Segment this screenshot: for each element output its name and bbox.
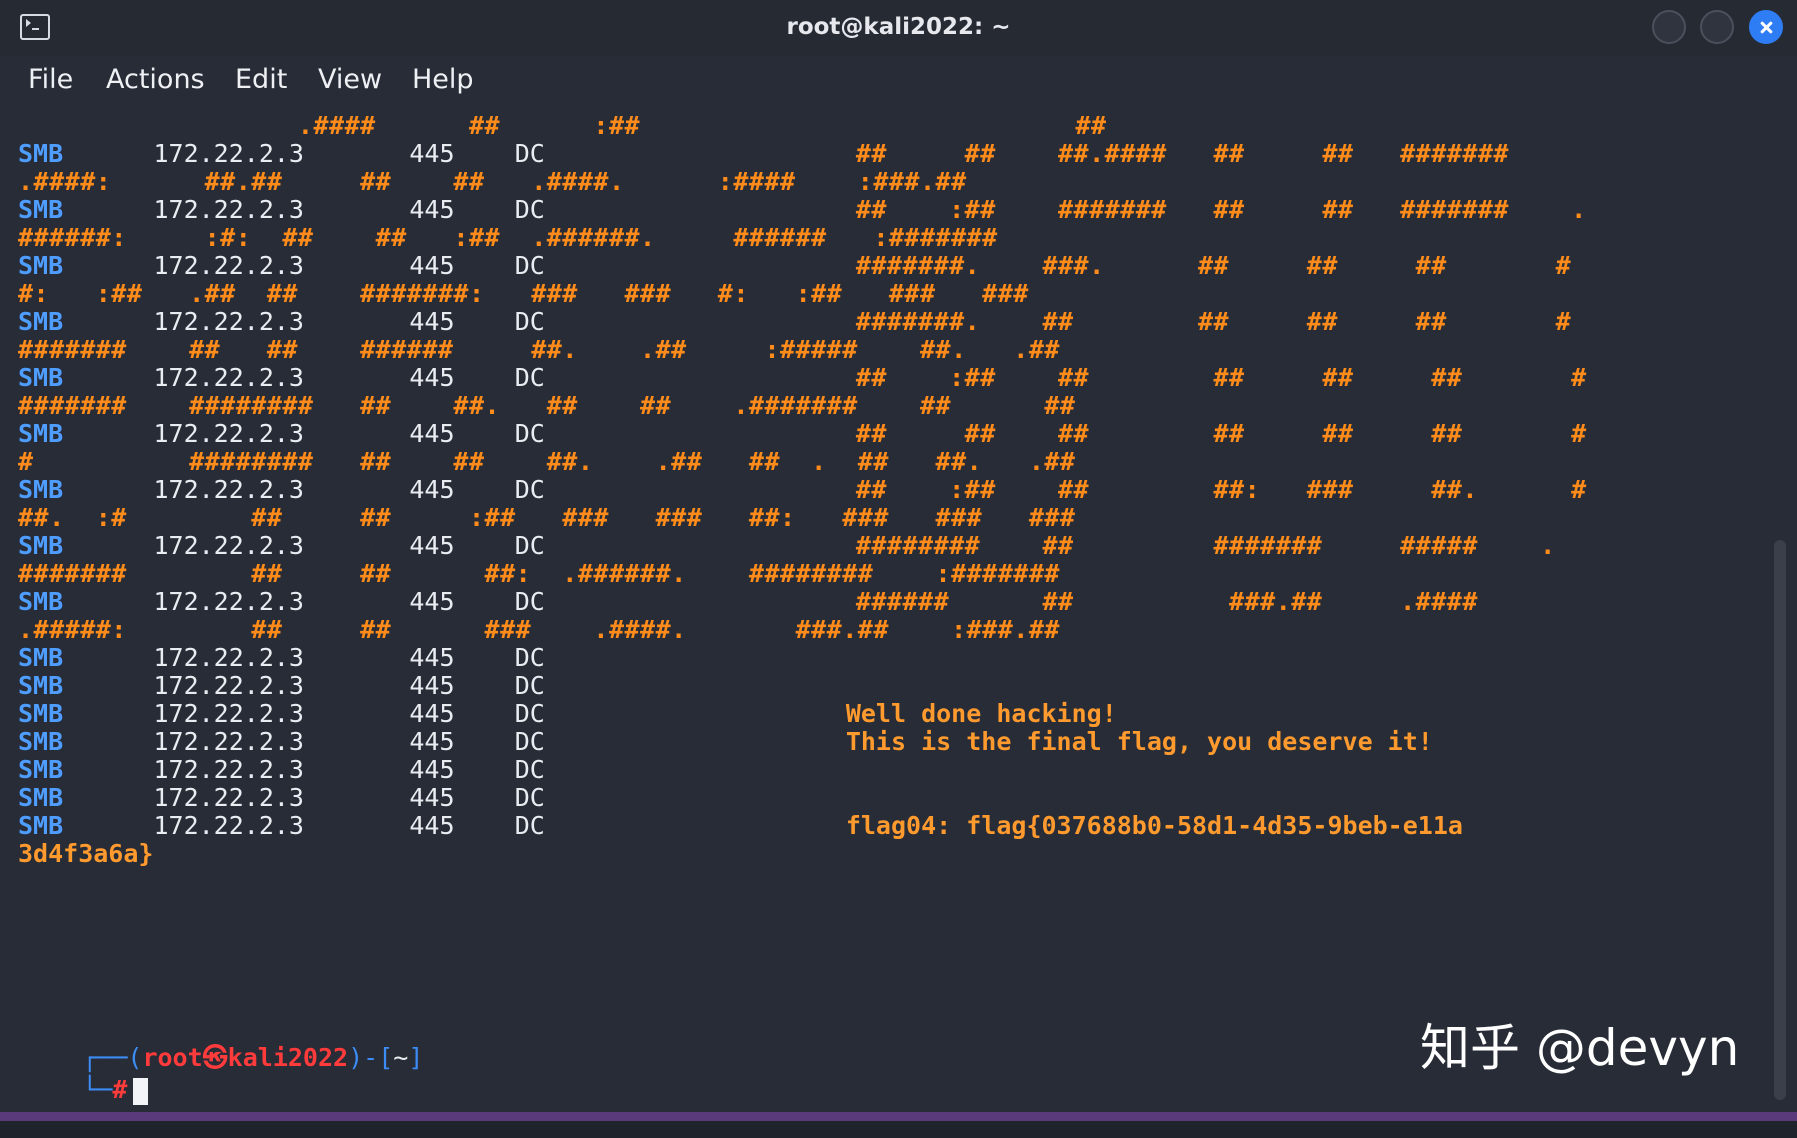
ascii-art-line: ##. :# ## ## :## ### ### ##: ### ### ###	[18, 503, 1076, 532]
smb-label: SMB	[18, 671, 64, 700]
ascii-art-line: ####### ## ## ###### ##. .## :##### ##. …	[18, 335, 1060, 364]
smb-output: 172.22.2.3 445 DC ###### ## ###.## .####	[63, 587, 1478, 616]
prompt-box-bottom: └─	[82, 1075, 113, 1104]
maximize-button[interactable]	[1700, 10, 1734, 44]
prompt-hash: #	[112, 1075, 128, 1104]
smb-label: SMB	[18, 251, 64, 280]
ascii-art-line: #: :## .## ## #######: ### ### #: :## ##…	[18, 279, 1029, 308]
ascii-art-line: .#### ## :## ##	[18, 111, 1107, 140]
terminal-line: SMB 172.22.2.3 445 DC flag04: flag{03768…	[18, 810, 1463, 842]
smb-label: SMB	[18, 587, 64, 616]
menu-bar: File Actions Edit View Help	[0, 56, 1797, 104]
ascii-art-line: .#####: ## ## ### .####. ###.## :###.##	[18, 615, 1060, 644]
ascii-art-line: 3d4f3a6a}	[18, 839, 154, 868]
menu-view[interactable]: View	[318, 64, 382, 95]
smb-label: SMB	[18, 195, 64, 224]
smb-label: SMB	[18, 475, 64, 504]
smb-output: 172.22.2.3 445 DC	[63, 755, 545, 784]
minimize-button[interactable]	[1652, 10, 1686, 44]
prompt-line-2[interactable]: └─#	[22, 1042, 149, 1138]
menu-file[interactable]: File	[28, 64, 73, 95]
smb-label: SMB	[18, 727, 64, 756]
prompt-bracket-close: ]	[408, 1043, 424, 1072]
scrollbar[interactable]	[1774, 540, 1786, 1100]
smb-output: 172.22.2.3 445 DC	[63, 671, 545, 700]
smb-output: 172.22.2.3 445 DC Well done hacking!	[63, 699, 1117, 728]
smb-label: SMB	[18, 783, 64, 812]
smb-label: SMB	[18, 139, 64, 168]
smb-output: 172.22.2.3 445 DC ## ## ## ## ## ## #	[63, 419, 1587, 448]
smb-output: 172.22.2.3 445 DC	[63, 783, 545, 812]
smb-output: 172.22.2.3 445 DC #######. ###. ## ## ##…	[63, 251, 1572, 280]
ascii-art-line: # ######## ## ## ##. .## ## . ## ##. .##	[18, 447, 1076, 476]
prompt-at: ㉿	[202, 1043, 228, 1072]
smb-label: SMB	[18, 699, 64, 728]
menu-actions[interactable]: Actions	[106, 64, 205, 95]
terminal-output[interactable]: .#### ## :## ## SMB 172.22.2.3 445 DC ## …	[0, 110, 1770, 1110]
smb-output: 172.22.2.3 445 DC flag04: flag{037688b0-…	[63, 811, 1463, 840]
terminal-line: 3d4f3a6a}	[18, 838, 153, 870]
smb-label: SMB	[18, 363, 64, 392]
smb-label: SMB	[18, 531, 64, 560]
smb-output: 172.22.2.3 445 DC This is the final flag…	[63, 727, 1433, 756]
menu-edit[interactable]: Edit	[235, 64, 287, 95]
watermark: 知乎 @devyn	[1420, 1019, 1740, 1077]
smb-output: 172.22.2.3 445 DC ## ## ##.#### ## ## ##…	[63, 139, 1509, 168]
smb-output: 172.22.2.3 445 DC ## :## ## ##: ### ##. …	[63, 475, 1587, 504]
smb-label: SMB	[18, 811, 64, 840]
smb-output: 172.22.2.3 445 DC	[63, 643, 545, 672]
title-bar: root@kali2022: ~	[0, 0, 1797, 56]
ascii-art-line: ######: :#: ## ## :## .######. ###### :#…	[18, 223, 998, 252]
ascii-art-line: ####### ######## ## ##. ## ## .####### #…	[18, 391, 1076, 420]
text-cursor[interactable]	[133, 1077, 149, 1105]
taskbar-edge	[0, 1112, 1797, 1121]
smb-label: SMB	[18, 755, 64, 784]
smb-label: SMB	[18, 419, 64, 448]
prompt-host: kali2022	[227, 1043, 349, 1072]
smb-output: 172.22.2.3 445 DC ## :## ## ## ## ## #	[63, 363, 1587, 392]
terminal-window: root@kali2022: ~ File Actions Edit View …	[0, 0, 1797, 1121]
smb-label: SMB	[18, 643, 64, 672]
prompt-bracket: )-[	[348, 1043, 394, 1072]
window-title: root@kali2022: ~	[786, 14, 1011, 40]
smb-output: 172.22.2.3 445 DC ######## ## ####### ##…	[63, 531, 1556, 560]
smb-output: 172.22.2.3 445 DC ## :## ####### ## ## #…	[63, 195, 1587, 224]
smb-output: 172.22.2.3 445 DC #######. ## ## ## ## #	[63, 307, 1572, 336]
menu-help[interactable]: Help	[412, 64, 474, 95]
smb-label: SMB	[18, 307, 64, 336]
ascii-art-line: ####### ## ## ##: .######. ######## :###…	[18, 559, 1060, 588]
close-button[interactable]	[1749, 10, 1783, 44]
ascii-art-line: .####: ##.## ## ## .####. :#### :###.##	[18, 167, 967, 196]
prompt-user: root	[142, 1043, 203, 1072]
prompt-path: ~	[393, 1043, 409, 1072]
